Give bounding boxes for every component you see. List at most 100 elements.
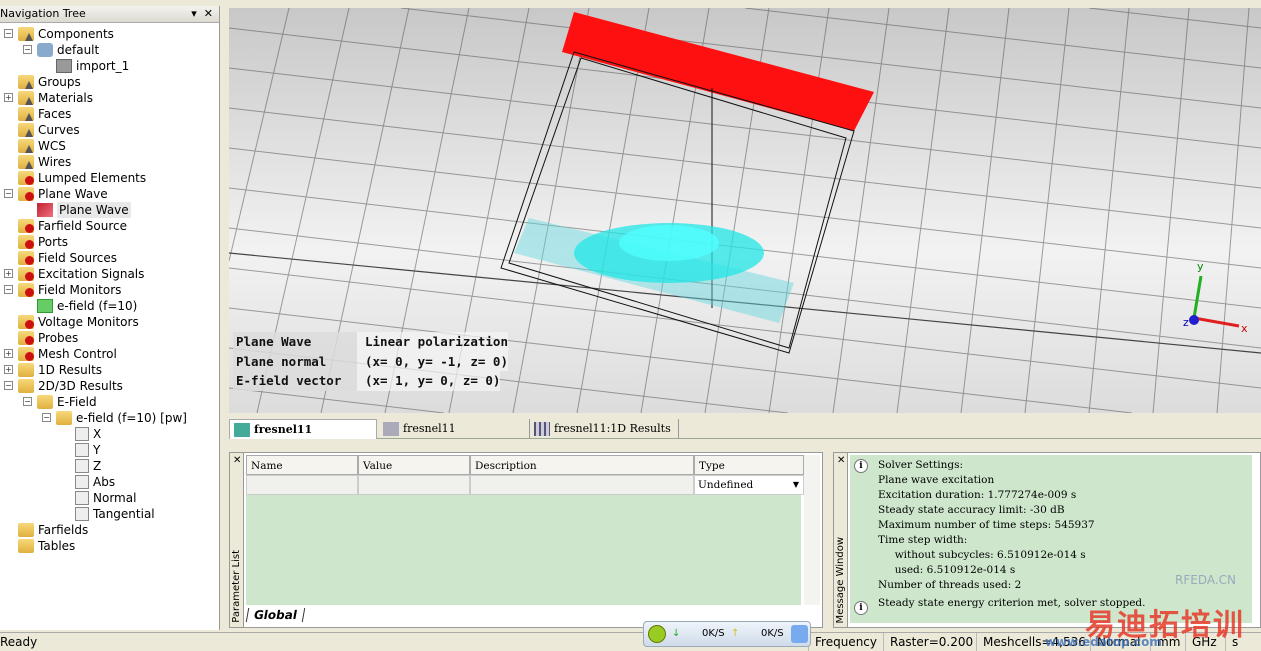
info-icon: i: [854, 601, 868, 615]
browser-icon[interactable]: [791, 625, 808, 643]
tree-item-label: Field Sources: [38, 251, 117, 265]
parameter-list-panel: ✕ Parameter List Name Value Description T…: [229, 452, 823, 628]
tree-item[interactable]: e-field (f=10): [37, 298, 137, 314]
tree-item[interactable]: Faces: [18, 106, 71, 122]
tree-item[interactable]: import_1: [56, 58, 129, 74]
tree-item[interactable]: Probes: [18, 330, 78, 346]
tree-item-label: WCS: [38, 139, 66, 153]
sheet-tab-global[interactable]: Global: [245, 608, 306, 622]
message-line: Plane wave excitation: [878, 474, 995, 486]
folder-icon: [18, 123, 34, 137]
tree-item[interactable]: + Mesh Control: [4, 346, 117, 362]
collapse-icon[interactable]: −: [4, 189, 13, 198]
folder-icon: [18, 539, 34, 553]
close-icon[interactable]: ✕: [204, 7, 213, 20]
tree-item[interactable]: − Plane Wave: [4, 186, 108, 202]
column-header-name[interactable]: Name: [246, 455, 358, 475]
folder-icon: [18, 523, 34, 537]
folder-icon: [18, 107, 34, 121]
folder-icon: [37, 395, 53, 409]
add-icon[interactable]: [648, 625, 666, 643]
expand-icon[interactable]: +: [4, 349, 13, 358]
expand-icon[interactable]: +: [4, 365, 13, 374]
tree-item[interactable]: − Components: [4, 26, 114, 42]
tree-item-label: import_1: [76, 59, 130, 73]
tab-3d-view[interactable]: fresnel11: [229, 419, 377, 439]
x-axis-arrow: [1193, 316, 1240, 328]
tree-item[interactable]: − 2D/3D Results: [4, 378, 123, 394]
tree-item[interactable]: Tangential: [75, 506, 155, 522]
tree-item[interactable]: WCS: [18, 138, 66, 154]
z-axis-label: z: [1183, 316, 1189, 329]
tree-item[interactable]: + Excitation Signals: [4, 266, 145, 282]
tree-item[interactable]: +1D Results: [4, 362, 102, 378]
tree-item[interactable]: Groups: [18, 74, 81, 90]
description-cell[interactable]: [470, 475, 694, 495]
tree-item[interactable]: Voltage Monitors: [18, 314, 139, 330]
tree-item[interactable]: Lumped Elements: [18, 170, 146, 186]
tab-schematic[interactable]: fresnel11: [379, 419, 527, 439]
tree-item-label: Farfields: [38, 523, 89, 537]
tree-item[interactable]: Plane Wave: [37, 202, 131, 218]
schematic-icon: [383, 422, 399, 436]
tab-1d-results[interactable]: fresnel11:1D Results: [529, 419, 679, 439]
tree-item[interactable]: Farfields: [18, 522, 88, 538]
value-cell[interactable]: [358, 475, 470, 495]
collapse-icon[interactable]: −: [23, 397, 32, 406]
message-list[interactable]: i Solver Settings: Plane wave excitation E…: [850, 455, 1252, 623]
expand-icon[interactable]: +: [4, 269, 13, 278]
tree-item[interactable]: Abs: [75, 474, 115, 490]
parameter-table[interactable]: Name Value Description Type Undefined ▼: [246, 455, 804, 605]
collapse-icon[interactable]: −: [4, 381, 13, 390]
collapse-icon[interactable]: −: [23, 45, 32, 54]
folder-icon: [56, 411, 72, 425]
document-tabs: fresnel11 fresnel11 fresnel11:1D Results: [229, 417, 1261, 439]
tree-item[interactable]: − default: [23, 42, 99, 58]
tree-item[interactable]: − Field Monitors: [4, 282, 121, 298]
column-header-description[interactable]: Description: [470, 455, 694, 475]
tree-item-label: X: [93, 427, 102, 441]
watermark-url: www.edatop.com: [1045, 635, 1162, 649]
tree-item[interactable]: Z: [75, 458, 101, 474]
folder-icon: [18, 363, 34, 377]
folder-icon: [18, 75, 34, 89]
tree-item[interactable]: Curves: [18, 122, 80, 138]
tree-item[interactable]: Tables: [18, 538, 75, 554]
tree-item[interactable]: + Materials: [4, 90, 93, 106]
tree-item[interactable]: Y: [75, 442, 100, 458]
tree-item[interactable]: Normal: [75, 490, 136, 506]
tree-item[interactable]: Farfield Source: [18, 218, 127, 234]
collapse-icon[interactable]: −: [4, 285, 13, 294]
tree-item-label: Y: [93, 443, 101, 457]
tab-label: fresnel11: [254, 422, 313, 436]
tree-item-label: Tables: [38, 539, 76, 553]
collapse-icon[interactable]: −: [4, 29, 13, 38]
solid-icon: [56, 59, 72, 73]
tree-item[interactable]: − E-Field: [23, 394, 97, 410]
column-header-value[interactable]: Value: [358, 455, 470, 475]
folder-icon: [18, 331, 34, 345]
expand-icon[interactable]: +: [4, 93, 13, 102]
monitor-icon: [37, 299, 53, 313]
type-select[interactable]: Undefined ▼: [694, 475, 804, 495]
column-header-type[interactable]: Type: [694, 455, 804, 475]
folder-icon: [18, 139, 34, 153]
tree-item[interactable]: Ports: [18, 234, 68, 250]
overlay-value: Linear polarization: [357, 332, 508, 352]
plane-wave-plane: [562, 12, 874, 131]
close-icon[interactable]: ✕: [837, 455, 845, 466]
tree-item[interactable]: Wires: [18, 154, 71, 170]
scrollbar[interactable]: [804, 455, 820, 605]
collapse-icon[interactable]: −: [42, 413, 51, 422]
tree-item-label: e-field (f=10) [pw]: [76, 411, 187, 425]
tree-item[interactable]: X: [75, 426, 101, 442]
tree-item-label: Groups: [38, 75, 81, 89]
name-cell[interactable]: [246, 475, 358, 495]
network-speed-widget[interactable]: ↓ 0K/S ↑ 0K/S: [643, 621, 811, 647]
tree-item[interactable]: Field Sources: [18, 250, 117, 266]
close-icon[interactable]: ✕: [233, 455, 241, 466]
panel-title: Parameter List: [231, 550, 242, 623]
pin-dropdown-icon[interactable]: ▾: [191, 7, 197, 20]
tree-item[interactable]: − e-field (f=10) [pw]: [42, 410, 187, 426]
tree-item-label: Excitation Signals: [38, 267, 145, 281]
